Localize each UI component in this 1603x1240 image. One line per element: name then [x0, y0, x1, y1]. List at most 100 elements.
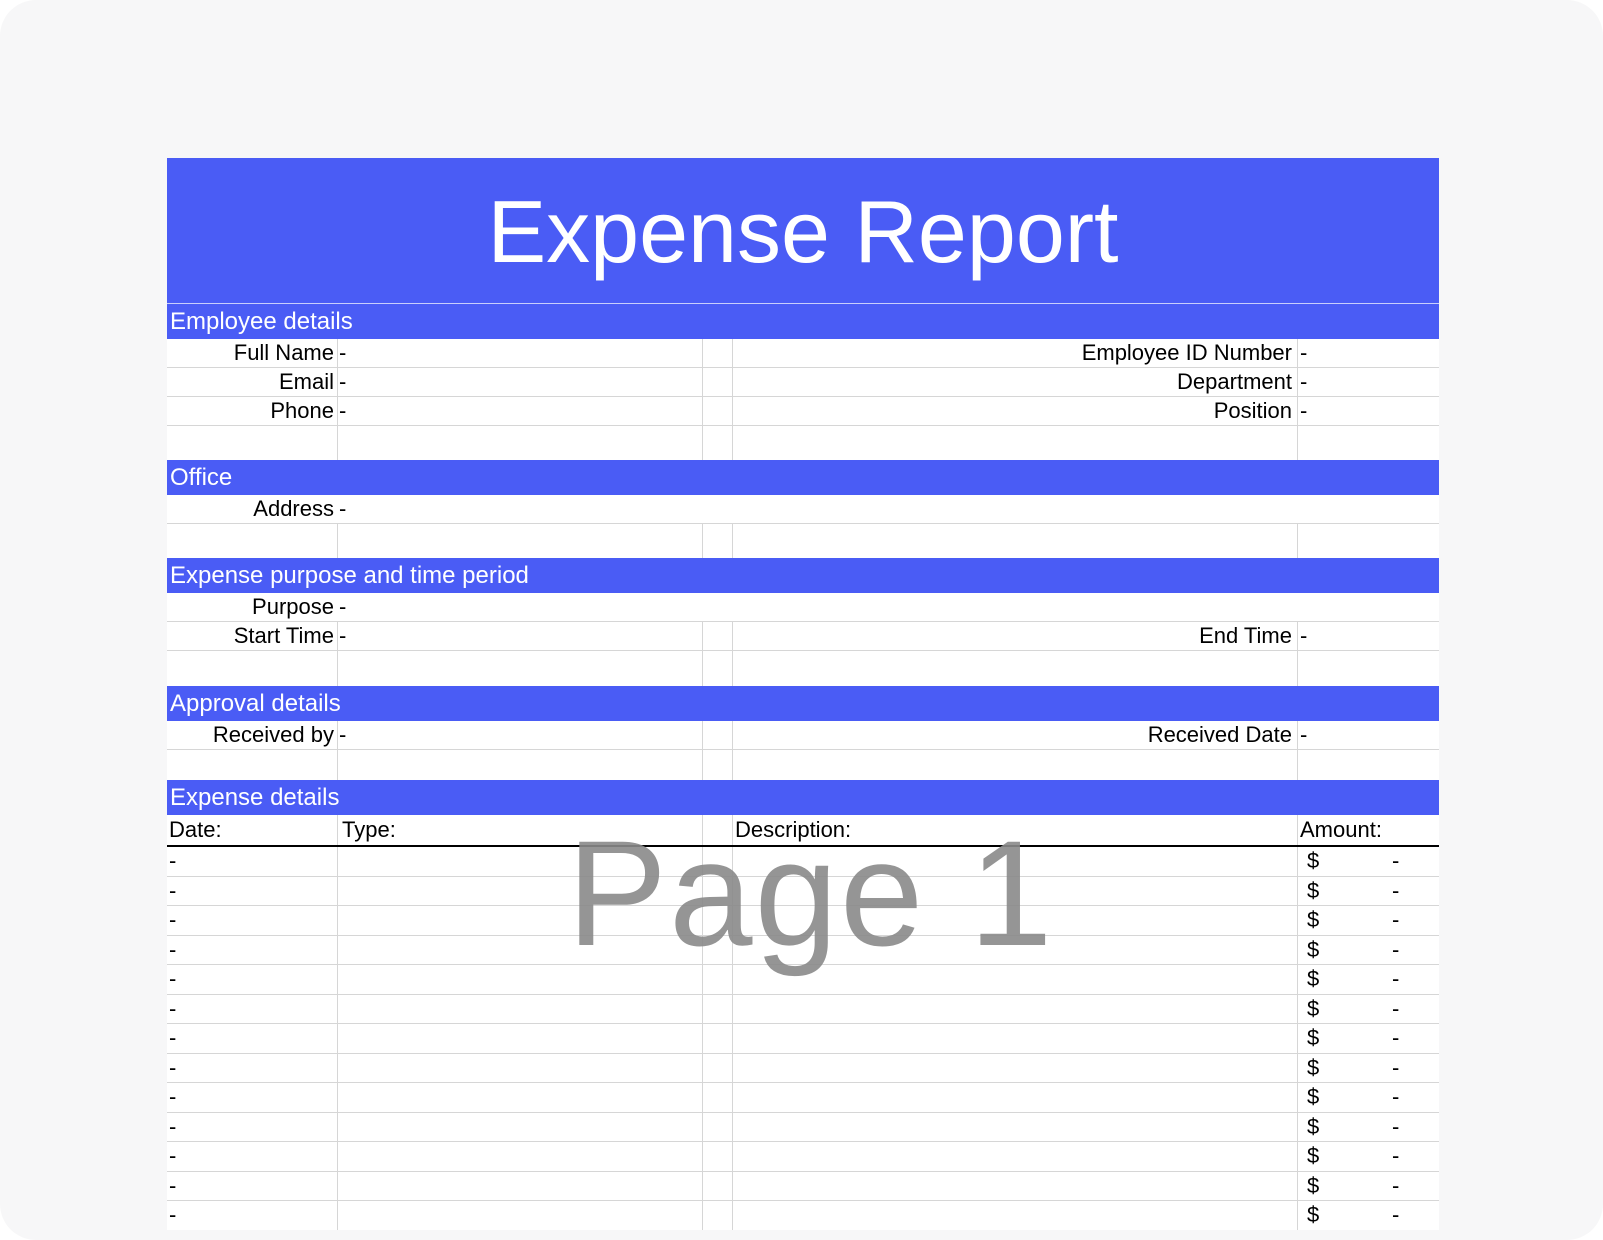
description-column-header: Description:	[735, 817, 852, 842]
expense-date-cell[interactable]: -	[169, 877, 176, 905]
expense-amount-cell[interactable]: -	[1392, 1172, 1399, 1200]
app-background: Expense Report Employee details Full Nam…	[0, 0, 1603, 1240]
received-date-label: Received Date	[1147, 722, 1292, 747]
purpose-value[interactable]: -	[339, 593, 346, 621]
expense-amount-cell[interactable]: -	[1392, 1054, 1399, 1082]
row-full-name: Full Name - Employee ID Number -	[167, 339, 1439, 368]
purpose-label: Purpose	[252, 594, 334, 619]
table-row: - $ -	[167, 935, 1439, 965]
section-office: Office	[167, 460, 1439, 495]
address-value[interactable]: -	[339, 495, 346, 523]
start-time-label: Start Time	[233, 623, 334, 648]
expense-date-cell[interactable]: -	[169, 1024, 176, 1052]
full-name-label: Full Name	[233, 340, 334, 365]
expense-date-cell[interactable]: -	[169, 1142, 176, 1170]
expense-currency-symbol: $	[1307, 966, 1320, 991]
page-title: Expense Report	[487, 182, 1119, 281]
spacer-row	[167, 426, 1439, 460]
received-date-value[interactable]: -	[1300, 721, 1307, 749]
expense-date-cell[interactable]: -	[169, 1083, 176, 1111]
end-time-label: End Time	[1199, 623, 1292, 648]
row-received: Received by - Received Date -	[167, 721, 1439, 750]
spreadsheet-page: Expense Report Employee details Full Nam…	[167, 158, 1439, 1230]
table-row: - $ -	[167, 847, 1439, 877]
expense-currency-symbol: $	[1307, 1054, 1320, 1080]
section-expense-purpose: Expense purpose and time period	[167, 558, 1439, 593]
expense-date-cell[interactable]: -	[169, 965, 176, 993]
expense-currency-symbol: $	[1307, 1113, 1320, 1139]
expense-currency-symbol: $	[1307, 1172, 1320, 1198]
expense-currency-symbol: $	[1307, 995, 1320, 1021]
employee-id-value[interactable]: -	[1300, 339, 1307, 367]
expense-currency-symbol: $	[1307, 877, 1320, 903]
address-label: Address	[253, 496, 334, 521]
expense-amount-cell[interactable]: -	[1392, 1201, 1399, 1229]
expense-amount-cell[interactable]: -	[1392, 847, 1399, 875]
expense-amount-cell[interactable]: -	[1392, 1113, 1399, 1141]
expense-date-cell[interactable]: -	[169, 1054, 176, 1082]
row-time-period: Start Time - End Time -	[167, 622, 1439, 651]
row-phone: Phone - Position -	[167, 397, 1439, 426]
email-label: Email	[278, 369, 334, 394]
spacer-row	[167, 524, 1439, 558]
table-row: - $ -	[167, 1142, 1439, 1172]
phone-value[interactable]: -	[339, 397, 346, 425]
table-row: - $ -	[167, 1083, 1439, 1113]
expense-date-cell[interactable]: -	[169, 1201, 176, 1229]
table-row: - $ -	[167, 1171, 1439, 1201]
amount-column-header: Amount:	[1300, 817, 1382, 842]
expense-currency-symbol: $	[1307, 936, 1320, 962]
spacer-row	[167, 750, 1439, 780]
table-row: - $ -	[167, 1201, 1439, 1230]
expense-amount-cell[interactable]: -	[1392, 877, 1399, 905]
start-time-value[interactable]: -	[339, 622, 346, 650]
expense-currency-symbol: $	[1307, 1143, 1320, 1168]
expense-amount-cell[interactable]: -	[1392, 965, 1399, 993]
full-name-value[interactable]: -	[339, 339, 346, 367]
spacer-row	[167, 651, 1439, 686]
position-label: Position	[1213, 398, 1292, 423]
end-time-value[interactable]: -	[1300, 622, 1307, 650]
received-by-value[interactable]: -	[339, 721, 346, 749]
expense-date-cell[interactable]: -	[169, 906, 176, 934]
expense-currency-symbol: $	[1307, 1202, 1320, 1227]
employee-id-label: Employee ID Number	[1081, 340, 1292, 365]
table-row: - $ -	[167, 1024, 1439, 1054]
table-row: - $ -	[167, 876, 1439, 906]
email-value[interactable]: -	[339, 368, 346, 396]
expense-currency-symbol: $	[1307, 1084, 1320, 1109]
expense-currency-symbol: $	[1307, 1025, 1320, 1050]
expense-currency-symbol: $	[1307, 848, 1320, 873]
table-row: - $ -	[167, 1112, 1439, 1142]
expense-amount-cell[interactable]: -	[1392, 1142, 1399, 1170]
title-bar: Expense Report	[167, 158, 1439, 304]
department-value[interactable]: -	[1300, 368, 1307, 396]
date-column-header: Date:	[169, 817, 222, 842]
row-email: Email - Department -	[167, 368, 1439, 397]
expense-date-cell[interactable]: -	[169, 847, 176, 875]
expense-amount-cell[interactable]: -	[1392, 995, 1399, 1023]
section-employee-details: Employee details	[167, 304, 1439, 339]
expense-date-cell[interactable]: -	[169, 1113, 176, 1141]
phone-label: Phone	[270, 398, 334, 423]
table-row: - $ -	[167, 906, 1439, 936]
expense-table-header: Date: Type: Description: Amount:	[167, 815, 1439, 847]
section-approval-details: Approval details	[167, 686, 1439, 721]
table-row: - $ -	[167, 965, 1439, 995]
expense-date-cell[interactable]: -	[169, 936, 176, 964]
expense-date-cell[interactable]: -	[169, 1172, 176, 1200]
table-row: - $ -	[167, 1053, 1439, 1083]
expense-amount-cell[interactable]: -	[1392, 1024, 1399, 1052]
type-column-header: Type:	[342, 817, 396, 842]
expense-currency-symbol: $	[1307, 907, 1320, 932]
expense-date-cell[interactable]: -	[169, 995, 176, 1023]
row-address: Address -	[167, 495, 1439, 524]
position-value[interactable]: -	[1300, 397, 1307, 425]
expense-amount-cell[interactable]: -	[1392, 906, 1399, 934]
table-row: - $ -	[167, 994, 1439, 1024]
expense-amount-cell[interactable]: -	[1392, 1083, 1399, 1111]
department-label: Department	[1177, 369, 1292, 394]
section-expense-details: Expense details	[167, 780, 1439, 815]
expense-amount-cell[interactable]: -	[1392, 936, 1399, 964]
received-by-label: Received by	[212, 722, 334, 747]
